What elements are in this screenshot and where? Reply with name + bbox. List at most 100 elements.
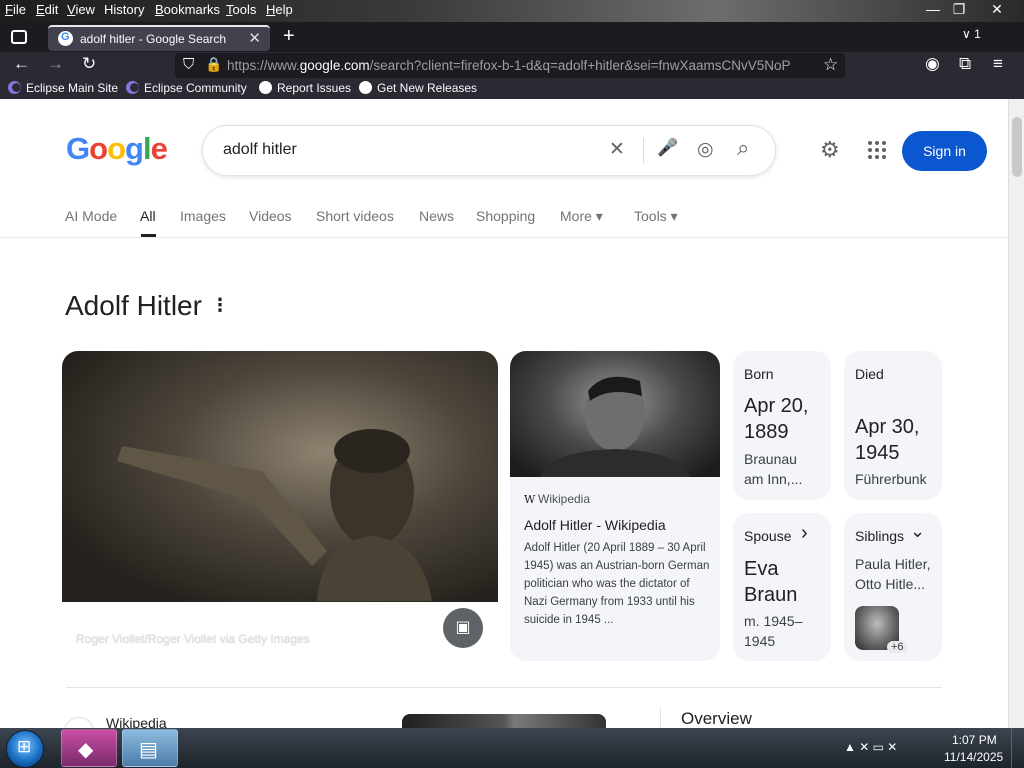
eclipse-icon [8, 81, 21, 94]
menu-edit[interactable]: Edit [36, 2, 58, 17]
wikipedia-title-link[interactable]: Adolf Hitler - Wikipedia [524, 517, 666, 533]
fact-died-place: Führerbunk [855, 471, 927, 487]
search-divider [643, 138, 644, 164]
forward-arrow-icon[interactable]: → [47, 54, 64, 74]
image-thumbnails-strip[interactable] [402, 714, 606, 728]
system-tray-icons[interactable]: ▲ ✕ ▭ ✕ [844, 740, 897, 754]
clock-time[interactable]: 1:07 PM [952, 733, 997, 747]
camera-lens-icon[interactable]: ◎ [697, 138, 714, 161]
bookmark-report-issues[interactable]: Report Issues [259, 81, 351, 95]
google-apps-icon[interactable] [868, 141, 888, 161]
menu-history[interactable]: History [104, 2, 144, 17]
close-window-button[interactable]: ✕ [980, 0, 1014, 20]
entity-title: Adolf Hitler [65, 290, 202, 321]
google-favicon-icon: G [58, 31, 73, 46]
taskbar-eclipse-app[interactable]: ◆ [61, 729, 117, 767]
show-desktop-button[interactable] [1011, 728, 1024, 768]
menu-view[interactable]: View [67, 2, 95, 17]
menu-help[interactable]: Help [266, 2, 293, 17]
hamburger-menu-icon[interactable]: ≡ [993, 54, 1003, 74]
tab-videos[interactable]: Videos [249, 208, 292, 224]
tab-news[interactable]: News [419, 208, 454, 224]
image-icon: ▣ [455, 619, 471, 636]
url-text[interactable]: https://www.google.com/search?client=fir… [227, 58, 802, 73]
photo-credit: Roger Viollet/Roger Viollet via Getty Im… [76, 632, 310, 646]
search-icon[interactable]: ⌕ [737, 135, 749, 161]
fact-born[interactable]: Born Apr 20, 1889 Braunau am Inn,... [733, 351, 831, 500]
lock-icon[interactable]: 🔒 [205, 56, 222, 73]
microphone-icon[interactable]: 🎤 [657, 138, 678, 158]
fact-born-label: Born [744, 366, 774, 382]
tab-bar: G adolf hitler - Google Search ✕ + ∨ 1 [0, 22, 1024, 52]
sign-in-button[interactable]: Sign in [902, 131, 987, 171]
tab-title: adolf hitler - Google Search [80, 32, 227, 46]
tab-all[interactable]: All [140, 208, 156, 224]
menu-bookmarks[interactable]: Bookmarks [155, 2, 220, 17]
search-input[interactable]: adolf hitler [223, 141, 297, 159]
tab-ai-mode[interactable]: AI Mode [65, 208, 117, 224]
fact-spouse-label: Spouse [744, 528, 792, 544]
new-tab-button[interactable]: + [283, 25, 295, 48]
tab-list-button[interactable]: ∨ 1 [962, 27, 981, 41]
shield-icon[interactable]: ⛉ [183, 56, 194, 73]
more-options-icon[interactable]: ⋮ [211, 295, 229, 316]
bookmark-get-new-releases[interactable]: Get New Releases [359, 81, 477, 95]
taskbar-file-explorer[interactable]: ▤ [122, 729, 178, 767]
windows-logo-icon: ⊞ [17, 737, 32, 756]
menu-bar: File Edit View History Bookmarks Tools H… [0, 0, 1024, 22]
tab-shopping[interactable]: Shopping [476, 208, 535, 224]
clear-search-icon[interactable]: ✕ [609, 138, 625, 161]
fact-siblings-label: Siblings [855, 528, 905, 544]
tab-more[interactable]: More ▾ [560, 208, 603, 225]
page-scrollbar[interactable] [1008, 99, 1024, 728]
extensions-icon[interactable]: ⧉ [959, 54, 971, 74]
more-siblings-count[interactable]: +6 [887, 641, 908, 653]
clock-date[interactable]: 11/14/2025 [944, 750, 1003, 764]
scrollbar-thumb[interactable] [1012, 117, 1022, 177]
search-tabs: AI Mode All Images Videos Short videos N… [0, 204, 1008, 238]
image-search-button[interactable]: ▣ [443, 608, 483, 648]
chevron-right-icon[interactable]: › [801, 522, 808, 545]
bookmark-eclipse-community[interactable]: Eclipse Community [126, 81, 247, 95]
fact-spouse-years-line1: m. 1945– [744, 613, 803, 629]
restore-button[interactable]: ❐ [942, 0, 976, 20]
tab-short-videos[interactable]: Short videos [316, 208, 394, 224]
wikipedia-result-source[interactable]: Wikipedia [106, 715, 167, 728]
settings-gear-icon[interactable]: ⚙ [820, 137, 840, 163]
fact-born-place-line1: Braunau [744, 451, 797, 467]
fact-died[interactable]: Died Apr 30, 1945 Führerbunk [844, 351, 942, 500]
chevron-down-icon[interactable]: ⌄ [910, 521, 925, 542]
wikipedia-card[interactable]: W Wikipedia Adolf Hitler - Wikipedia Adol… [510, 351, 720, 661]
tab-tools[interactable]: Tools ▾ [634, 208, 678, 225]
main-entity-photo[interactable] [62, 351, 498, 602]
tab-overview-icon[interactable] [11, 30, 27, 44]
bookmark-eclipse-main-site[interactable]: Eclipse Main Site [8, 81, 118, 95]
menu-file[interactable]: File [5, 2, 26, 17]
start-button[interactable]: ⊞ [6, 730, 44, 768]
fact-siblings-line2: Otto Hitle... [855, 576, 926, 592]
fact-spouse-years-line2: 1945 [744, 633, 776, 649]
back-arrow-icon[interactable]: ← [13, 54, 30, 74]
overview-heading: Overview [681, 709, 752, 728]
tab-google-search[interactable]: G adolf hitler - Google Search ✕ [48, 25, 270, 51]
windows-taskbar: ⊞ ◆ ▤ ▲ ✕ ▭ ✕ 1:07 PM 11/14/2025 [0, 728, 1024, 768]
bookmark-star-icon[interactable]: ☆ [823, 55, 838, 75]
fact-died-date-line2: 1945 [855, 442, 900, 464]
photo-silhouette [117, 429, 432, 601]
eclipse-app-icon: ◆ [78, 739, 94, 761]
fact-siblings[interactable]: Siblings ⌄ Paula Hitler, Otto Hitle... +… [844, 513, 942, 661]
google-logo[interactable]: Google [66, 131, 168, 167]
search-box[interactable]: adolf hitler ✕ 🎤 ◎ ⌕ [202, 125, 776, 176]
menu-tools[interactable]: Tools [226, 2, 256, 17]
github-icon [259, 81, 272, 94]
tab-close-icon[interactable]: ✕ [248, 29, 261, 47]
wikipedia-portrait[interactable] [510, 351, 720, 477]
wikipedia-icon: W [524, 493, 536, 506]
url-bar[interactable]: ⛉ 🔒 https://www.google.com/search?client… [175, 53, 845, 78]
fact-died-date-line1: Apr 30, [855, 416, 920, 438]
tab-images[interactable]: Images [180, 208, 226, 224]
account-icon[interactable]: ◉ [925, 54, 940, 74]
github-icon [359, 81, 372, 94]
reload-icon[interactable]: ↻ [82, 54, 96, 74]
fact-spouse[interactable]: Spouse › Eva Braun m. 1945– 1945 [733, 513, 831, 661]
